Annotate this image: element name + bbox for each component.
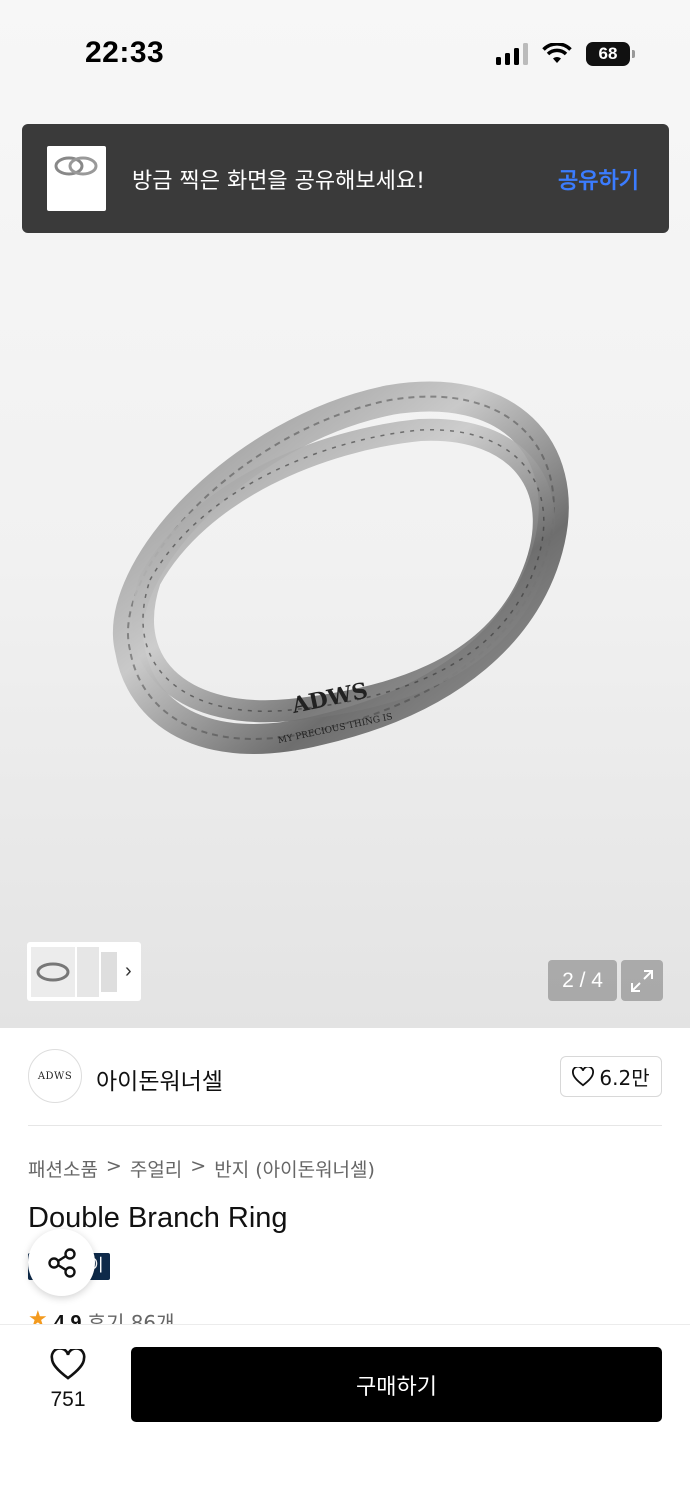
share-button[interactable] [28,1229,95,1296]
status-time: 22:33 [85,36,165,69]
breadcrumb: 패션소품 > 주얼리 > 반지 (아이돈워너셀) [28,1155,375,1182]
wishlist-button[interactable]: 751 [40,1347,96,1412]
brand-logo[interactable]: ADWS [28,1049,82,1103]
status-icons: 68 [496,42,635,66]
expand-icon[interactable] [621,960,663,1001]
wifi-icon [542,43,572,63]
brand-row[interactable]: ADWS 아이돈워너셀 6.2만 [0,1028,690,1126]
toast-message: 방금 찍은 화면을 공유해보세요! [132,168,425,194]
share-action-button[interactable]: 공유하기 [558,163,639,195]
share-icon [47,1247,76,1278]
chevron-right-icon[interactable]: › [125,960,132,983]
thumbnail-3[interactable] [101,951,117,992]
product-image: ADWS MY PRECIOUS THING IS [113,381,569,754]
screenshot-thumbnail[interactable] [47,146,106,211]
breadcrumb-separator: > [190,1155,207,1177]
breadcrumb-item-category[interactable]: 패션소품 [28,1155,98,1182]
brand-name[interactable]: 아이돈워너셀 [96,1062,223,1096]
brand-like-count: 6.2만 [599,1066,650,1090]
divider [28,1125,662,1126]
thumbnail-1[interactable] [31,946,75,997]
breadcrumb-separator: > [105,1155,122,1177]
brand-like-button[interactable]: 6.2만 [560,1056,662,1097]
image-counter: 2 / 4 [548,960,617,1001]
bottom-action-bar: 751 구매하기 [0,1324,690,1500]
breadcrumb-item-product-type[interactable]: 반지 (아이돈워너셀) [214,1155,375,1182]
wishlist-count: 751 [50,1388,86,1411]
breadcrumb-item-subcategory[interactable]: 주얼리 [130,1155,182,1182]
share-toast[interactable]: 방금 찍은 화면을 공유해보세요! 공유하기 [22,124,669,233]
thumbnail-strip[interactable]: › [27,942,141,1001]
battery-icon: 68 [586,42,635,66]
buy-button[interactable]: 구매하기 [131,1347,662,1422]
thumbnail-2[interactable] [77,946,99,997]
heart-icon [572,1066,595,1086]
signal-icon [496,43,528,65]
heart-icon [50,1347,86,1380]
status-bar: 22:33 68 [0,0,690,110]
